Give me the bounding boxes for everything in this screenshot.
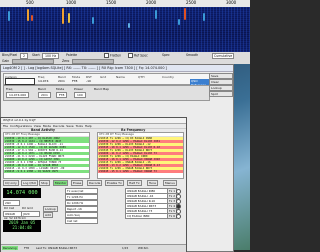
log-right-controls: Save Clear Lookup Spot — [209, 71, 233, 101]
menu-help[interactable]: Help — [85, 124, 92, 128]
wsjtx-button-bar: CQ only Log QSO Stop Monitor Erase Decod… — [3, 180, 183, 186]
desktop-edge — [232, 64, 250, 250]
signal-trace — [68, 13, 70, 23]
ref-spec-checkbox[interactable]: Ref Spec — [128, 53, 148, 58]
column-header: QTH — [138, 75, 145, 79]
dx-grid-label: DX Grid — [22, 206, 33, 210]
enable-tx-button[interactable]: Enable Tx — [105, 180, 124, 186]
call-first-checkbox[interactable]: Call 1st — [65, 218, 98, 224]
signal-trace — [128, 23, 130, 28]
signal-trace — [8, 11, 10, 21]
menu-file[interactable]: File — [3, 124, 8, 128]
signal-trace — [184, 8, 186, 20]
mode-value[interactable]: FT8 — [72, 79, 77, 83]
flatten-checkbox[interactable]: Flatten — [104, 53, 121, 58]
status-period: 1/15 — [122, 246, 129, 250]
dx-call-label: DX Call — [4, 206, 15, 210]
waterfall-display[interactable] — [0, 7, 250, 52]
scale-label: 1500 — [106, 0, 117, 5]
stop-button[interactable]: Stop — [39, 180, 50, 186]
menu-tools[interactable]: Tools — [76, 124, 83, 128]
band-label: Band — [38, 87, 46, 91]
spot-button[interactable]: Spot — [209, 91, 233, 97]
cumulative-select[interactable]: Cumulative — [212, 53, 235, 59]
callsign-input[interactable] — [5, 78, 35, 85]
erase-button[interactable]: Erase — [71, 180, 84, 186]
freq-field[interactable]: 14.074.000 — [6, 92, 30, 98]
freq-value[interactable]: 14.074 — [38, 79, 49, 83]
power-field[interactable]: 100 — [74, 92, 86, 98]
decode-button[interactable]: Decode — [87, 180, 103, 186]
band-activity-pane[interactable]: UTC dB DT Freq Message 210330 -19 0.1 48… — [3, 132, 90, 179]
smooth-label: Smooth — [186, 53, 199, 57]
tx-message-field[interactable]: CQ EA4GLI IN80 — [125, 213, 168, 219]
band-activity-line[interactable]: 210415 -9 0.1 2388 ~ CQ 9A3ZZ JN75 — [4, 170, 89, 173]
log-window-title: Log4OM 2 [ ] - Log [log4om.SQLite] [ RX:… — [1, 65, 233, 72]
menus-checkbox[interactable]: Menus — [163, 180, 177, 186]
wsjtx-bottom-panel: 14.074 000 20m DX Call DX Grid ON4AB JO2… — [3, 188, 184, 248]
wsjtx-menubar: File Configurations View Mode Decode Sav… — [1, 124, 186, 129]
status-receiving: Receiving — [2, 246, 18, 250]
zero-label: Zero — [62, 59, 70, 63]
bins-label: Bins/Pixel — [2, 53, 18, 57]
spec-label: Spec — [162, 53, 170, 57]
utc-time: 21:04:48 — [12, 225, 32, 230]
status-last-tx: Last Tx: ON4AB EA4GLI RR73 — [36, 246, 78, 250]
scale-label: 500 — [26, 0, 34, 5]
signal-trace — [31, 15, 33, 21]
rx-frequency-list: 210315 Tx 1296 ~ CQ DX EA4GLI IN80 210330… — [98, 137, 183, 173]
mode-label: Mode — [56, 87, 65, 91]
scale-label: 2500 — [186, 0, 197, 5]
signal-trace — [62, 8, 64, 24]
dial-frequency-display: 14.074 000 — [3, 188, 41, 198]
scale-label: 3000 — [226, 0, 237, 5]
freq-label: Freq — [6, 87, 13, 91]
start-label: Start — [32, 53, 40, 57]
log-qso-button[interactable]: Log QSO — [21, 180, 38, 186]
menu-save[interactable]: Save — [66, 124, 73, 128]
status-watchdog: WD:6m — [138, 246, 149, 250]
signal-trace — [203, 13, 205, 21]
qso-entry-row: Callsign Freq Band Mode RST Grid Name QT… — [3, 73, 210, 87]
scale-label: 2000 — [146, 0, 157, 5]
add-button[interactable]: Add — [43, 212, 53, 218]
mode-field[interactable]: FT8 — [56, 92, 68, 98]
signal-trace — [178, 19, 180, 25]
rst-value[interactable]: -10 — [86, 79, 91, 83]
scale-label: 1000 — [66, 0, 77, 5]
wsjtx-window: WSJT-X v2.0.1 by K1JT File Configuration… — [0, 117, 187, 252]
signal-trace — [155, 10, 157, 19]
halt-tx-button[interactable]: Halt Tx — [127, 180, 142, 186]
palette-label: Palette — [66, 53, 78, 57]
status-bar: Receiving FT8 Last Tx: ON4AB EA4GLI RR73… — [1, 244, 186, 252]
power-label: Power — [74, 87, 84, 91]
monitor-button[interactable]: Monitor — [53, 180, 69, 186]
band-value[interactable]: 20m — [58, 79, 65, 83]
status-mode: FT8 — [24, 246, 30, 250]
tune-button[interactable]: Tune — [147, 180, 159, 186]
column-header: Grid — [100, 75, 107, 79]
cq-only-checkbox[interactable]: CQ only — [3, 180, 19, 186]
rx-frequency-pane[interactable]: UTC dB DT Freq Message 210315 Tx 1296 ~ … — [97, 132, 184, 179]
column-header: Country — [162, 75, 174, 79]
utc-display: 2019 Jan 05 21:04:48 — [3, 220, 41, 232]
band-map-label: Band Map — [94, 87, 109, 91]
signal-trace — [92, 17, 94, 24]
waterfall-panel[interactable]: 500 1000 1500 2000 2500 3000 — [0, 0, 250, 52]
menu-configurations[interactable]: Configurations — [10, 124, 32, 128]
signal-trace — [27, 9, 29, 21]
band-field[interactable]: 20m — [38, 92, 51, 98]
band-activity-list: 210330 -19 0.1 487 ~ CQ DL4SCK JO62 21033… — [4, 137, 89, 173]
column-header: Name — [116, 75, 125, 79]
gain-label: Gain — [2, 59, 10, 63]
frequency-row: Freq 14.074.000 Band 20m Mode FT8 Power … — [3, 85, 210, 101]
rx-frequency-line[interactable]: 210445 -15 0.1 1296 ~ EA4GLI ON4AB 73 — [98, 170, 183, 173]
tx-next-radio[interactable] — [176, 214, 181, 219]
